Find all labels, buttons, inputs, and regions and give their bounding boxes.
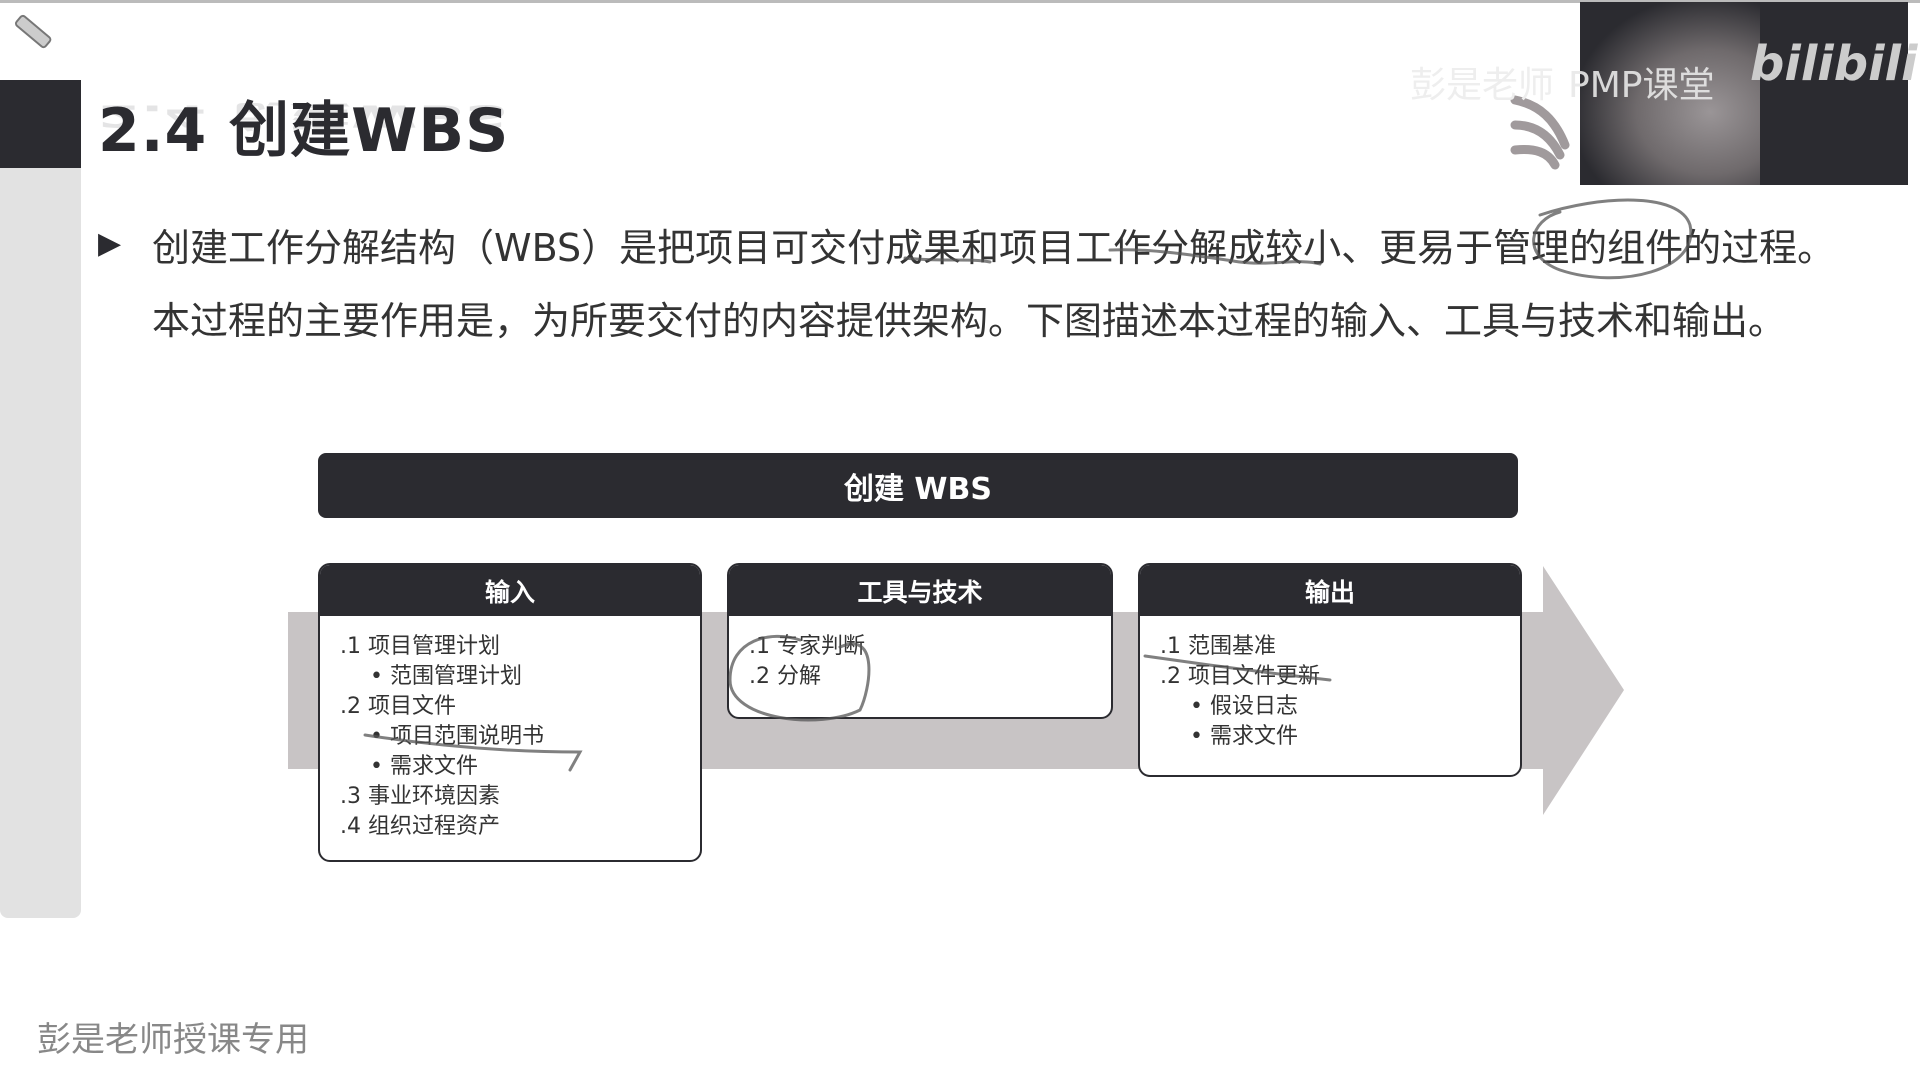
- footer-text: 彭是老师授课专用: [37, 1020, 309, 1060]
- watermark-faded: 彭是老师: [1410, 65, 1555, 106]
- inputs-box: 输入 .1 项目管理计划范围管理计划.2 项目文件项目范围说明书需求文件.3 事…: [318, 563, 702, 862]
- sub-list-item: 需求文件: [340, 752, 700, 782]
- outputs-title: 输出: [1140, 565, 1520, 616]
- sub-list-item: 需求文件: [1160, 722, 1520, 752]
- inputs-title: 输入: [320, 565, 700, 616]
- list-item: .1 范围基准: [1160, 634, 1276, 659]
- list-item: .1 专家判断: [749, 634, 865, 659]
- tools-list: .1 专家判断 .2 分解: [729, 616, 1111, 692]
- list-item: .2 项目文件: [340, 694, 456, 719]
- tools-box: 工具与技术 .1 专家判断 .2 分解: [727, 563, 1113, 719]
- sub-list-item: 项目范围说明书: [340, 722, 700, 752]
- inputs-list: .1 项目管理计划范围管理计划.2 项目文件项目范围说明书需求文件.3 事业环境…: [320, 616, 700, 842]
- watermark-text: PMP课堂: [1568, 65, 1715, 106]
- list-item: .2 项目文件更新: [1160, 664, 1320, 689]
- list-item: .4 组织过程资产: [340, 814, 500, 839]
- list-item: .3 事业环境因素: [340, 784, 500, 809]
- outputs-box: 输出 .1 范围基准 .2 项目文件更新假设日志需求文件: [1138, 563, 1522, 777]
- list-item: .2 分解: [749, 664, 821, 689]
- sub-list-item: 假设日志: [1160, 692, 1520, 722]
- outputs-list: .1 范围基准 .2 项目文件更新假设日志需求文件: [1140, 616, 1520, 752]
- tools-title: 工具与技术: [729, 565, 1111, 616]
- sub-list-item: 范围管理计划: [340, 662, 700, 692]
- bilibili-logo: bilibili: [1750, 36, 1918, 92]
- list-item: .1 项目管理计划: [340, 634, 500, 659]
